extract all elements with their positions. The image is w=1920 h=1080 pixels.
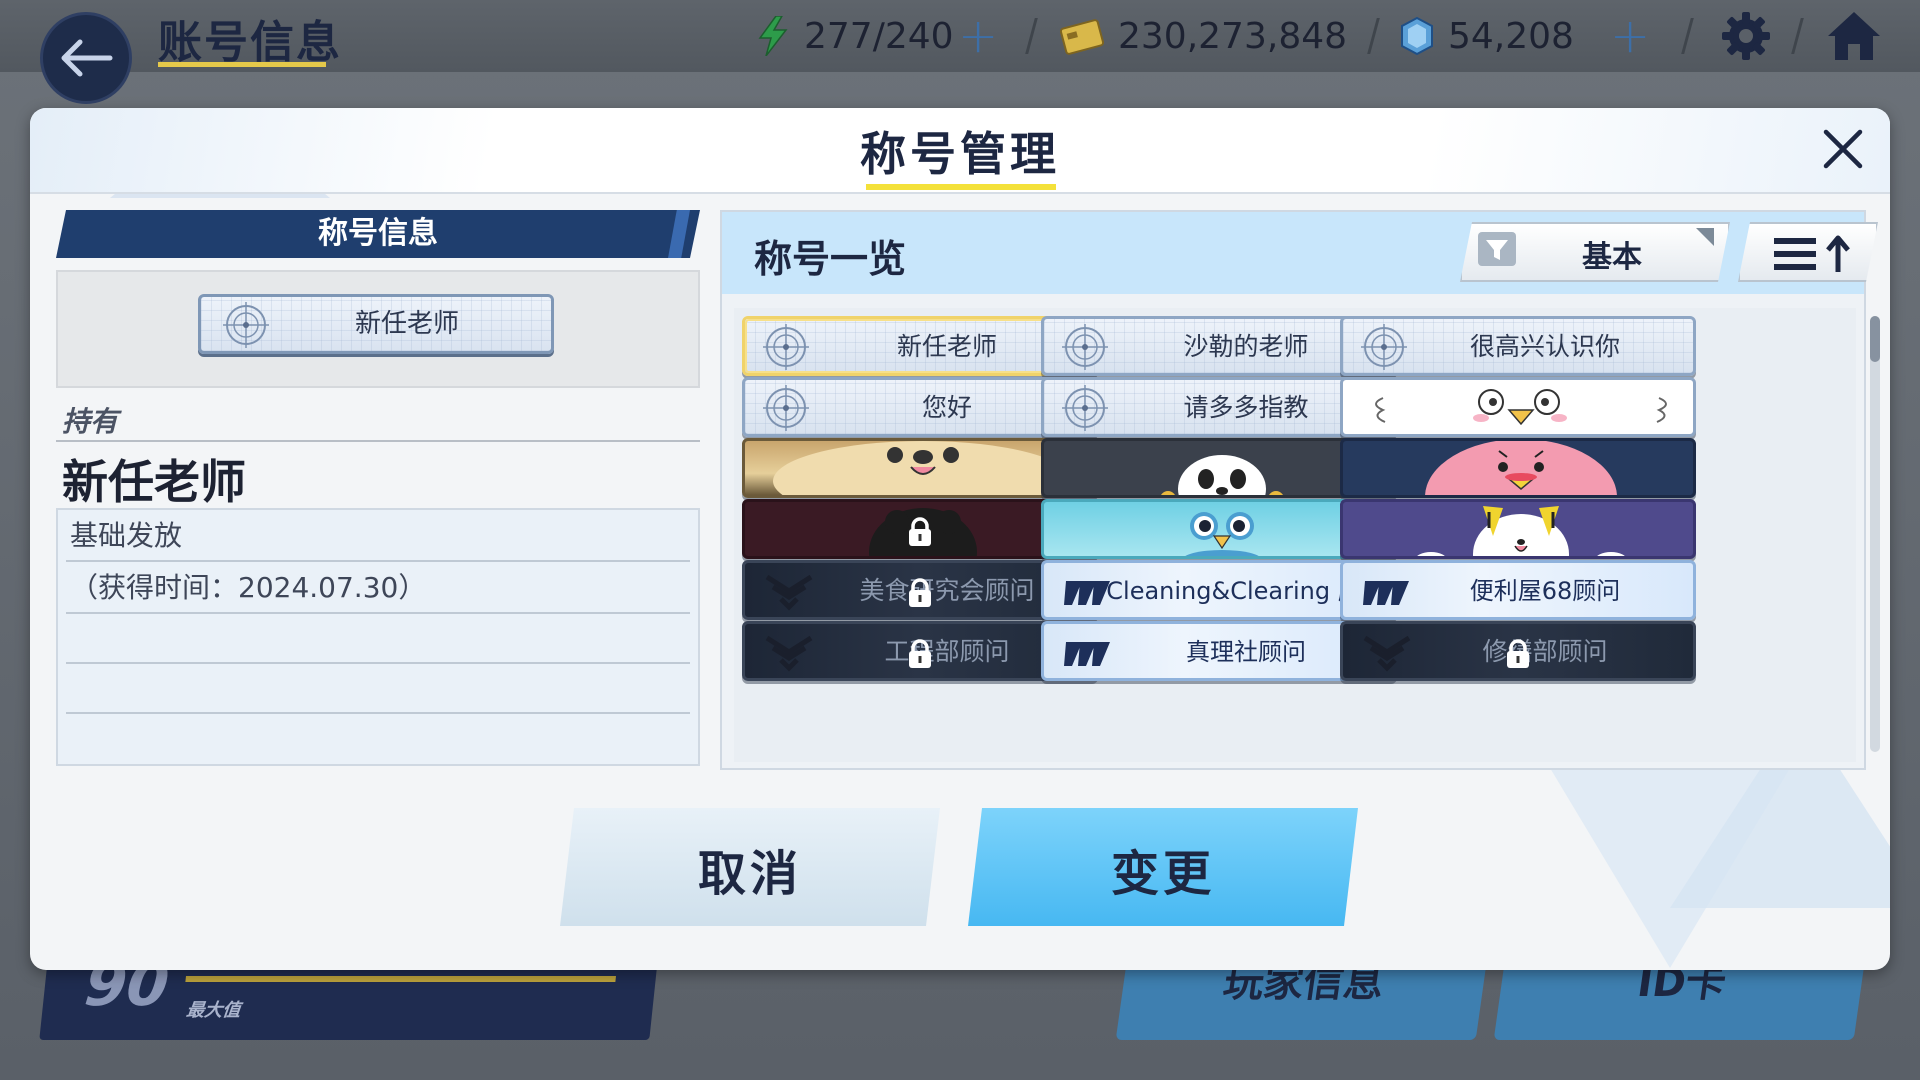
close-icon[interactable]	[1818, 124, 1868, 174]
decoration	[1550, 768, 1790, 968]
crosshair-icon	[1361, 324, 1407, 370]
divider	[66, 662, 690, 664]
title-item-label: 便利屋68顾问	[1469, 577, 1621, 605]
arrow-left-icon	[61, 39, 113, 77]
mascot-face-icon	[1417, 506, 1625, 556]
owned-label: 持有	[62, 405, 119, 438]
page-title: 账号信息	[158, 17, 342, 68]
title-item[interactable]: 很高兴认识你	[1340, 316, 1696, 376]
top-bar: 账号信息 277/240 + 230,273,848 54,208 +	[0, 0, 1920, 72]
title-item[interactable]	[1340, 438, 1696, 498]
divider	[66, 712, 690, 714]
cancel-button[interactable]: 取消	[560, 808, 940, 926]
owned-title-name: 新任老师	[62, 455, 246, 509]
dialog-header: 称号管理	[30, 108, 1890, 194]
change-button[interactable]: 变更	[968, 808, 1358, 926]
separator	[1367, 18, 1380, 54]
divider	[56, 440, 700, 442]
credits-value: 230,273,848	[1118, 15, 1348, 57]
title-item[interactable]: 修缮部顾问	[1340, 621, 1696, 681]
filter-button[interactable]: 基本	[1460, 222, 1730, 282]
title-grid: 新任老师 沙勒的老师 很高兴认识你 您好 请多多指教 美食研究会顾问 Cleaning&Cl…	[734, 308, 1856, 762]
divider	[66, 560, 690, 562]
mascot-face-icon	[1375, 389, 1667, 426]
back-button[interactable]	[40, 12, 132, 104]
scrollbar-thumb[interactable]	[1870, 316, 1880, 362]
title-list-heading: 称号一览	[754, 237, 907, 281]
filter-icon	[1476, 230, 1518, 270]
title-item-label: 很高兴认识你	[1469, 332, 1620, 361]
gems-counter: 54,208	[1400, 12, 1574, 60]
crosshair-icon	[223, 302, 269, 348]
crosshair-icon	[1062, 385, 1108, 431]
lock-icon	[1507, 639, 1529, 668]
corner-triangle-icon	[1696, 228, 1714, 246]
title-list-panel: 称号一览 基本 新任老师 沙勒的老师 很高兴认识你 您好 请多多指教 美食研究会…	[720, 210, 1880, 770]
title-list-header: 称号一览 基本	[722, 212, 1864, 294]
title-item[interactable]: 便利屋68顾问	[1340, 560, 1696, 620]
title-item[interactable]	[1340, 377, 1696, 437]
title-preview-plate: 新任老师	[198, 294, 554, 354]
title-management-dialog: 称号管理 称号信息 新任老师 持有 新任老师 基础发放 （获得时间：2024.0…	[30, 108, 1890, 970]
sort-ascending-icon	[1774, 234, 1854, 274]
separator	[1681, 18, 1694, 54]
title-item-label: 修缮部顾问	[1482, 637, 1608, 666]
mascot-face-icon	[1425, 441, 1617, 495]
page-title-underline	[158, 62, 326, 67]
credit-card-icon	[1060, 19, 1104, 55]
separator	[1791, 18, 1804, 54]
crosshair-icon	[763, 324, 809, 370]
lightning-icon	[758, 16, 788, 56]
title-preview-label: 新任老师	[354, 309, 459, 339]
title-info-header: 称号信息	[56, 210, 700, 258]
level-bar	[185, 976, 616, 982]
title-obtained-date: （获得时间：2024.07.30）	[70, 571, 427, 604]
home-icon[interactable]	[1826, 8, 1882, 64]
divider	[66, 612, 690, 614]
ap-value: 277/240	[804, 15, 954, 57]
credits-counter: 230,273,848	[1060, 12, 1347, 60]
gems-value: 54,208	[1448, 15, 1574, 57]
title-preview-area: 新任老师	[56, 270, 700, 388]
pyroxene-icon	[1401, 16, 1433, 56]
lock-icon	[909, 578, 931, 607]
title-item[interactable]	[1340, 499, 1696, 559]
lock-icon	[909, 517, 931, 546]
scrollbar-track[interactable]	[1870, 316, 1880, 752]
cancel-button-label: 取消	[697, 846, 802, 902]
level-max-label: 最大值	[185, 1000, 242, 1021]
separator	[1025, 18, 1038, 54]
dialog-title: 称号管理	[860, 127, 1060, 181]
crosshair-icon	[1062, 324, 1108, 370]
ap-counter: 277/240	[756, 12, 954, 60]
filter-button-label: 基本	[1582, 240, 1642, 275]
title-details-box: 基础发放 （获得时间：2024.07.30）	[56, 508, 700, 766]
change-button-label: 变更	[1110, 846, 1215, 902]
title-source: 基础发放	[70, 519, 183, 552]
gems-plus-button[interactable]: +	[1610, 12, 1650, 60]
lock-icon	[909, 639, 931, 668]
crosshair-icon	[763, 385, 809, 431]
gear-icon[interactable]	[1720, 10, 1772, 62]
ap-plus-button[interactable]: +	[958, 12, 998, 60]
dialog-title-underline	[866, 184, 1056, 190]
sort-button[interactable]	[1738, 222, 1878, 282]
